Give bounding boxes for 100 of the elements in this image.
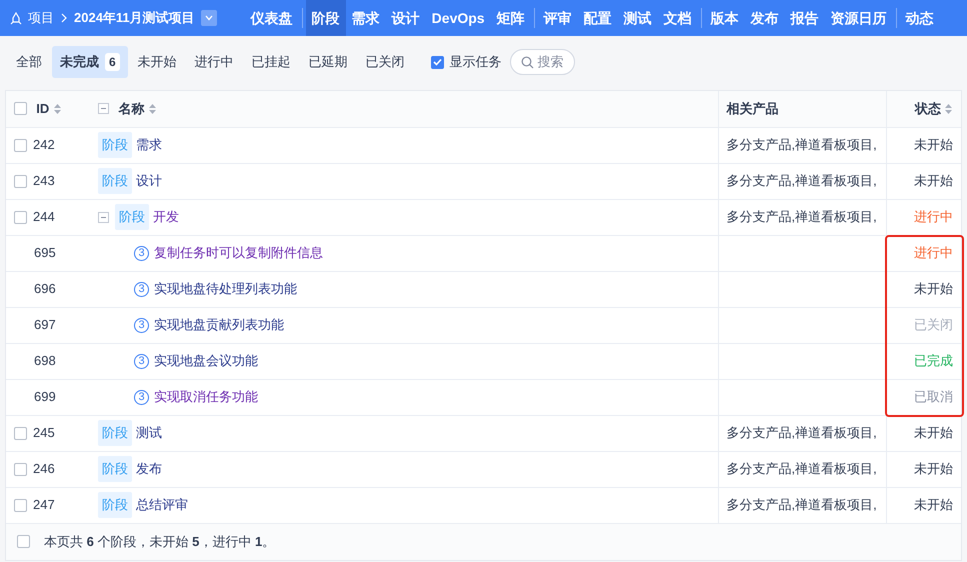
status-text: 已关闭 bbox=[914, 317, 953, 332]
filter-tab[interactable]: 全部 bbox=[8, 46, 50, 78]
column-header[interactable]: 相关产品 bbox=[726, 99, 778, 118]
title-link[interactable]: 实现取消任务功能 bbox=[154, 387, 258, 407]
nav-tab[interactable]: 评审 bbox=[538, 0, 578, 36]
priority-badge: 3 bbox=[134, 246, 149, 260]
nav-tab[interactable]: 配置 bbox=[578, 0, 618, 36]
filter-tab[interactable]: 未开始 bbox=[130, 46, 185, 78]
id-cell-text: 696 bbox=[34, 280, 56, 298]
status-text: 已取消 bbox=[914, 389, 953, 404]
nav-tab[interactable]: DevOps bbox=[426, 0, 491, 36]
title-link[interactable]: 设计 bbox=[136, 171, 162, 191]
filter-tab[interactable]: 进行中 bbox=[186, 46, 242, 78]
product-text: 多分支产品,禅道看板项目, bbox=[726, 137, 877, 152]
nav-tab[interactable]: 资源日历 bbox=[824, 0, 893, 36]
title-link[interactable]: 实现地盘待处理列表功能 bbox=[154, 279, 297, 299]
stage-tag: 阶段 bbox=[98, 132, 132, 158]
status-text: 进行中 bbox=[914, 209, 953, 224]
checkbox[interactable] bbox=[17, 535, 30, 548]
stage-tag: 阶段 bbox=[98, 456, 132, 482]
count-badge: 6 bbox=[105, 53, 120, 71]
checkbox[interactable] bbox=[14, 138, 27, 152]
chevron-right-icon bbox=[60, 13, 68, 23]
filter-tab[interactable]: 未完成 6 bbox=[52, 46, 128, 78]
sort-icon bbox=[944, 102, 953, 115]
title-link[interactable]: 总结评审 bbox=[136, 495, 188, 515]
collapse-toggle[interactable] bbox=[98, 212, 109, 222]
search-placeholder: 搜索 bbox=[538, 53, 564, 72]
status-text: 未开始 bbox=[914, 173, 953, 188]
status-text: 未开始 bbox=[914, 425, 953, 440]
filter-tab[interactable]: 已关闭 bbox=[358, 46, 413, 78]
title-link[interactable]: 复制任务时可以复制附件信息 bbox=[154, 243, 323, 263]
column-header[interactable]: ID bbox=[36, 99, 50, 118]
nav-tab[interactable]: 阶段 bbox=[306, 0, 346, 36]
collapse-toggle[interactable] bbox=[98, 103, 109, 114]
caret-icon bbox=[204, 15, 213, 21]
checkbox[interactable] bbox=[430, 56, 444, 68]
id-cell-text: 697 bbox=[34, 316, 56, 334]
product-text: 多分支产品,禅道看板项目, bbox=[726, 209, 877, 224]
title-link[interactable]: 实现地盘会议功能 bbox=[154, 351, 258, 371]
nav-tab[interactable]: 文档 bbox=[658, 0, 698, 36]
nav-tab[interactable]: 设计 bbox=[386, 0, 426, 36]
product-text: 多分支产品,禅道看板项目, bbox=[726, 497, 877, 512]
breadcrumb-link[interactable]: 项目 bbox=[28, 8, 54, 28]
stage-tag: 阶段 bbox=[98, 168, 132, 194]
title-link[interactable]: 实现地盘贡献列表功能 bbox=[154, 315, 284, 335]
id-cell-text: 242 bbox=[33, 136, 55, 154]
checkbox[interactable] bbox=[14, 174, 27, 188]
sort-icon bbox=[148, 102, 156, 115]
nav-tab[interactable]: 仪表盘 bbox=[244, 0, 299, 36]
id-cell-text: 695 bbox=[34, 244, 56, 262]
checkbox[interactable] bbox=[14, 210, 27, 224]
dropdown-button[interactable] bbox=[200, 10, 217, 26]
checkbox[interactable] bbox=[14, 498, 27, 512]
status-text: 未开始 bbox=[914, 497, 953, 512]
id-cell-text: 698 bbox=[34, 352, 56, 370]
title-link[interactable]: 开发 bbox=[153, 207, 179, 227]
id-cell-text: 246 bbox=[33, 460, 55, 478]
stage-tag: 阶段 bbox=[98, 420, 132, 446]
sort-icon bbox=[52, 102, 62, 115]
stage-tag: 阶段 bbox=[98, 492, 132, 518]
rocket-icon bbox=[10, 12, 22, 24]
priority-badge: 3 bbox=[134, 318, 149, 332]
checkbox[interactable] bbox=[14, 426, 27, 440]
column-header[interactable]: 状态 bbox=[914, 99, 941, 118]
product-text: 多分支产品,禅道看板项目, bbox=[726, 173, 877, 188]
status-text: 未开始 bbox=[914, 281, 953, 296]
id-cell-text: 243 bbox=[33, 172, 55, 190]
id-cell-text: 699 bbox=[34, 388, 56, 406]
id-cell-text: 244 bbox=[33, 208, 55, 226]
status-text: 已完成 bbox=[914, 353, 953, 368]
status-text: 未开始 bbox=[914, 461, 953, 476]
title-link[interactable]: 测试 bbox=[136, 423, 162, 443]
column-header[interactable]: 名称 bbox=[118, 99, 144, 118]
status-text: 进行中 bbox=[914, 245, 953, 260]
nav-tab[interactable]: 需求 bbox=[346, 0, 386, 36]
product-text: 多分支产品,禅道看板项目, bbox=[726, 425, 877, 440]
id-cell-text: 245 bbox=[33, 424, 55, 442]
search-icon bbox=[520, 56, 534, 68]
check-icon bbox=[432, 58, 442, 66]
nav-tab[interactable]: 动态 bbox=[900, 0, 940, 36]
nav-tab[interactable]: 报告 bbox=[784, 0, 825, 36]
checkbox[interactable] bbox=[14, 102, 27, 116]
id-cell-text: 247 bbox=[33, 496, 55, 514]
project-name[interactable]: 2024年11月测试项目 bbox=[74, 8, 195, 28]
nav-tab[interactable]: 测试 bbox=[618, 0, 658, 36]
filter-tab[interactable]: 已挂起 bbox=[244, 46, 299, 78]
title-link[interactable]: 发布 bbox=[136, 459, 162, 479]
nav-tab[interactable]: 矩阵 bbox=[490, 0, 531, 36]
priority-badge: 3 bbox=[134, 390, 149, 404]
filter-tab[interactable]: 已延期 bbox=[300, 46, 356, 78]
summary-text: 本页共 6 个阶段，未开始 5，进行中 1。 bbox=[44, 532, 276, 551]
nav-tab[interactable]: 版本 bbox=[704, 0, 745, 36]
product-text: 多分支产品,禅道看板项目, bbox=[726, 461, 877, 476]
checkbox[interactable] bbox=[14, 462, 27, 476]
nav-tab[interactable]: 发布 bbox=[744, 0, 785, 36]
checkbox-label: 显示任务 bbox=[450, 53, 502, 72]
title-link[interactable]: 需求 bbox=[136, 135, 162, 155]
status-text: 未开始 bbox=[914, 137, 953, 152]
priority-badge: 3 bbox=[134, 354, 149, 368]
